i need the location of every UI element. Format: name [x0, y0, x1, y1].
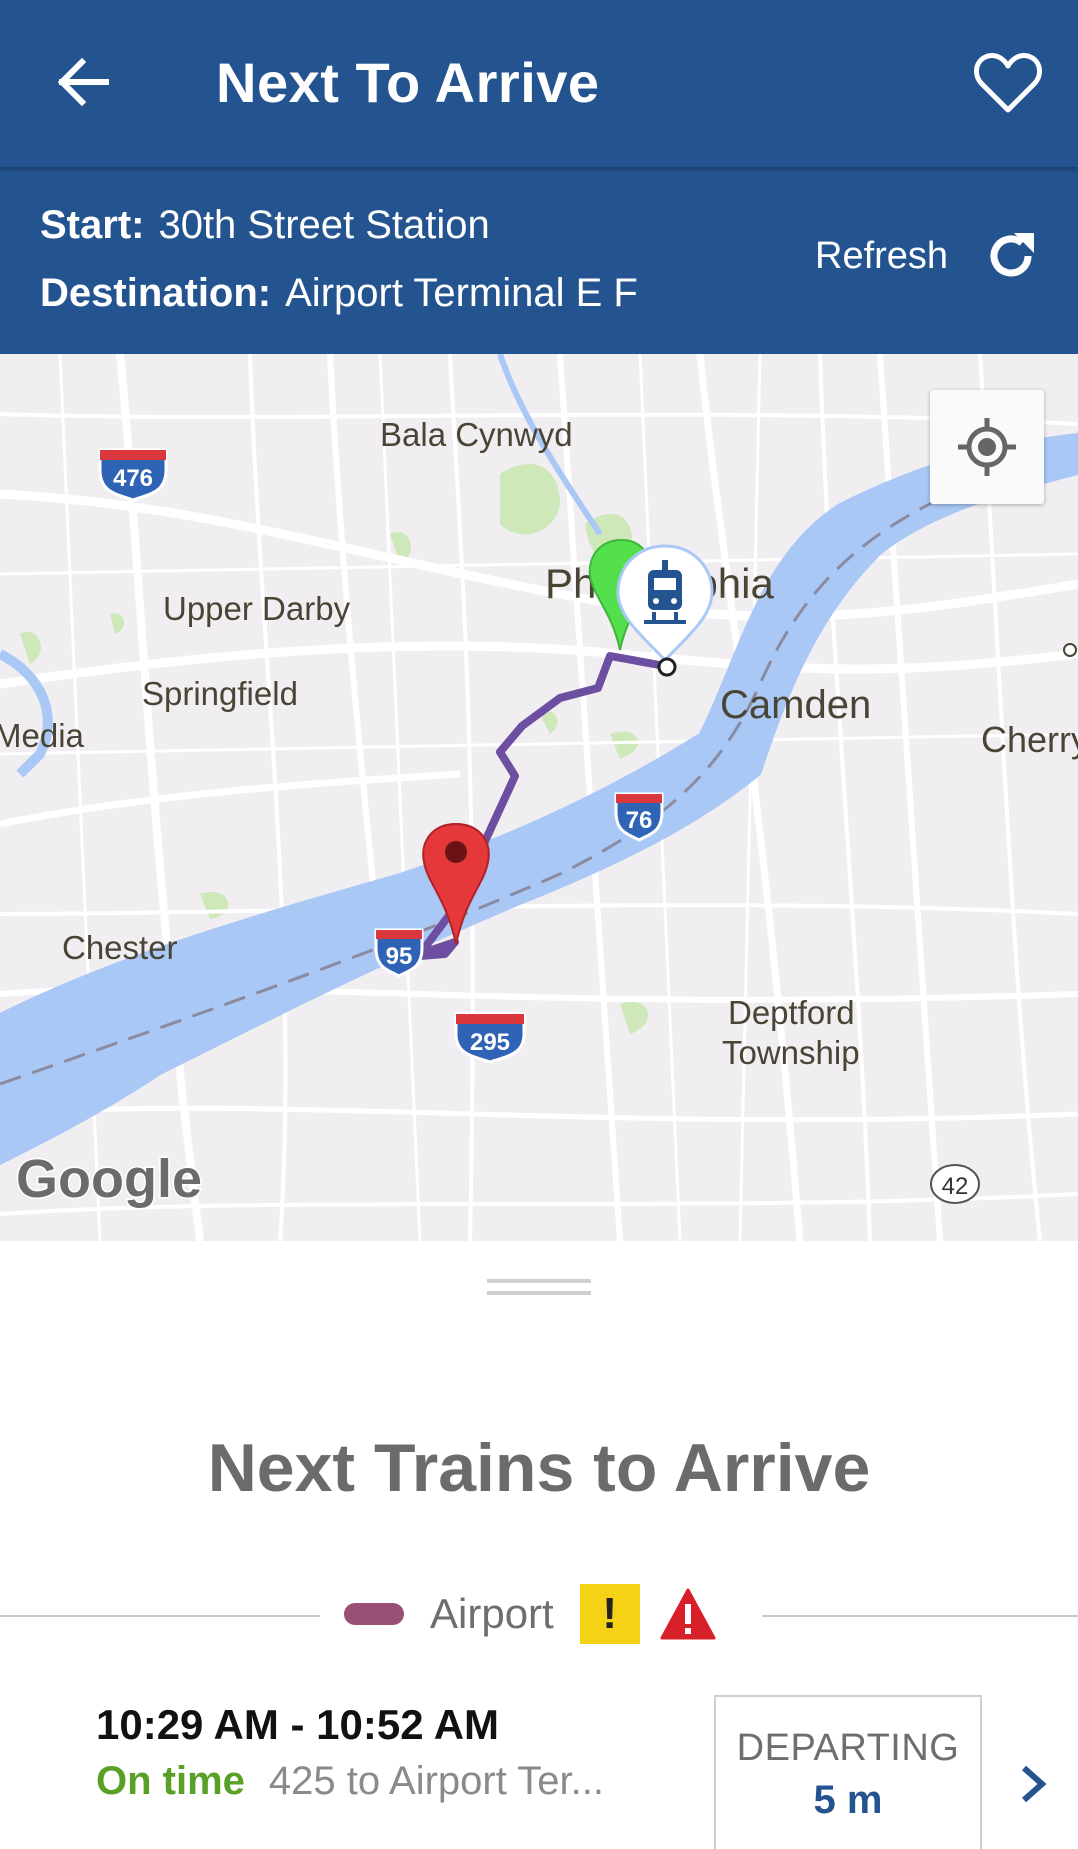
sheet-drag-handle[interactable] — [487, 1279, 591, 1283]
shield-476: 476 — [98, 448, 168, 502]
start-row: Start: 30th Street Station — [40, 203, 490, 248]
departing-box: DEPARTING 5 m — [714, 1695, 982, 1849]
place-label: Springfield — [142, 675, 298, 712]
place-label: Camden — [720, 683, 871, 727]
train-details-button[interactable] — [1010, 1757, 1056, 1811]
refresh-icon — [990, 233, 1035, 277]
refresh-label: Refresh — [815, 234, 949, 277]
divider — [0, 1615, 320, 1617]
route-name: Airport — [430, 1590, 554, 1637]
advisory-icon[interactable]: ! — [579, 1584, 640, 1644]
trolley-icon — [616, 544, 714, 663]
page-title: Next To Arrive — [216, 51, 600, 114]
destination-value: Airport Terminal E F — [285, 271, 638, 315]
shield-label: 95 — [386, 943, 413, 970]
shield-label: 295 — [470, 1029, 510, 1056]
sheet-title: Next Trains to Arrive — [207, 1430, 871, 1506]
destination-row: Destination: Airport Terminal E F — [40, 271, 638, 316]
my-location-icon — [958, 418, 1016, 476]
route-color-swatch — [344, 1603, 404, 1625]
start-value: 30th Street Station — [158, 203, 490, 247]
place-label: Media — [0, 717, 85, 754]
destination-label: Destination: — [40, 271, 272, 315]
place-label: Bala Cynwyd — [380, 416, 573, 453]
place-label: Chester — [62, 929, 178, 966]
back-button[interactable] — [52, 50, 116, 114]
route-header: Airport ! — [344, 1584, 716, 1644]
shield-42: 42 — [930, 1164, 980, 1204]
start-label: Start: — [40, 203, 145, 247]
app-bar: Next To Arrive — [0, 0, 1078, 167]
google-logo: Google — [16, 1149, 202, 1209]
place-label: Township — [722, 1034, 860, 1071]
sheet-drag-handle[interactable] — [487, 1291, 591, 1295]
place-label: Deptford — [728, 994, 855, 1031]
shield-95: 95 — [374, 928, 424, 978]
station-dot — [657, 657, 677, 677]
train-row[interactable]: 10:29 AM - 10:52 AM On time 425 to Airpor… — [0, 1673, 1078, 1849]
heart-outline-icon — [974, 53, 1042, 113]
place-label: Upper Darby — [163, 590, 351, 627]
shield-295: 295 — [454, 1012, 526, 1064]
trip-header: Start: 30th Street Station Destination: Ai… — [0, 167, 1078, 354]
on-time-status: On time — [96, 1759, 245, 1803]
departing-label: DEPARTING — [736, 1727, 960, 1769]
arrow-left-icon — [58, 58, 109, 106]
train-destination: 425 to Airport Ter... — [268, 1759, 604, 1803]
bottom-sheet: Next Trains to Arrive Airport ! 10:29 AM… — [0, 1241, 1078, 1849]
train-status: On time 425 to Airport Ter... — [96, 1759, 604, 1804]
shield-label: 76 — [626, 807, 653, 834]
chevron-right-icon — [1022, 1765, 1046, 1803]
alert-triangle-icon[interactable] — [660, 1588, 716, 1640]
refresh-button[interactable]: Refresh — [815, 229, 1038, 283]
train-time: 10:29 AM - 10:52 AM — [96, 1701, 500, 1748]
place-label: Cherry — [981, 719, 1078, 760]
map-canvas: Bala Cynwyd Upper Darby Springfield Medi… — [0, 354, 1078, 1241]
shield-label: 476 — [113, 465, 153, 492]
my-location-button[interactable] — [930, 390, 1044, 504]
route-map[interactable]: Bala Cynwyd Upper Darby Springfield Medi… — [0, 354, 1078, 1241]
departing-minutes: 5 m — [813, 1778, 883, 1822]
favorite-button[interactable] — [972, 50, 1044, 116]
divider — [762, 1615, 1078, 1617]
shield-label: 42 — [942, 1173, 969, 1200]
cherry-dot — [1063, 643, 1077, 657]
